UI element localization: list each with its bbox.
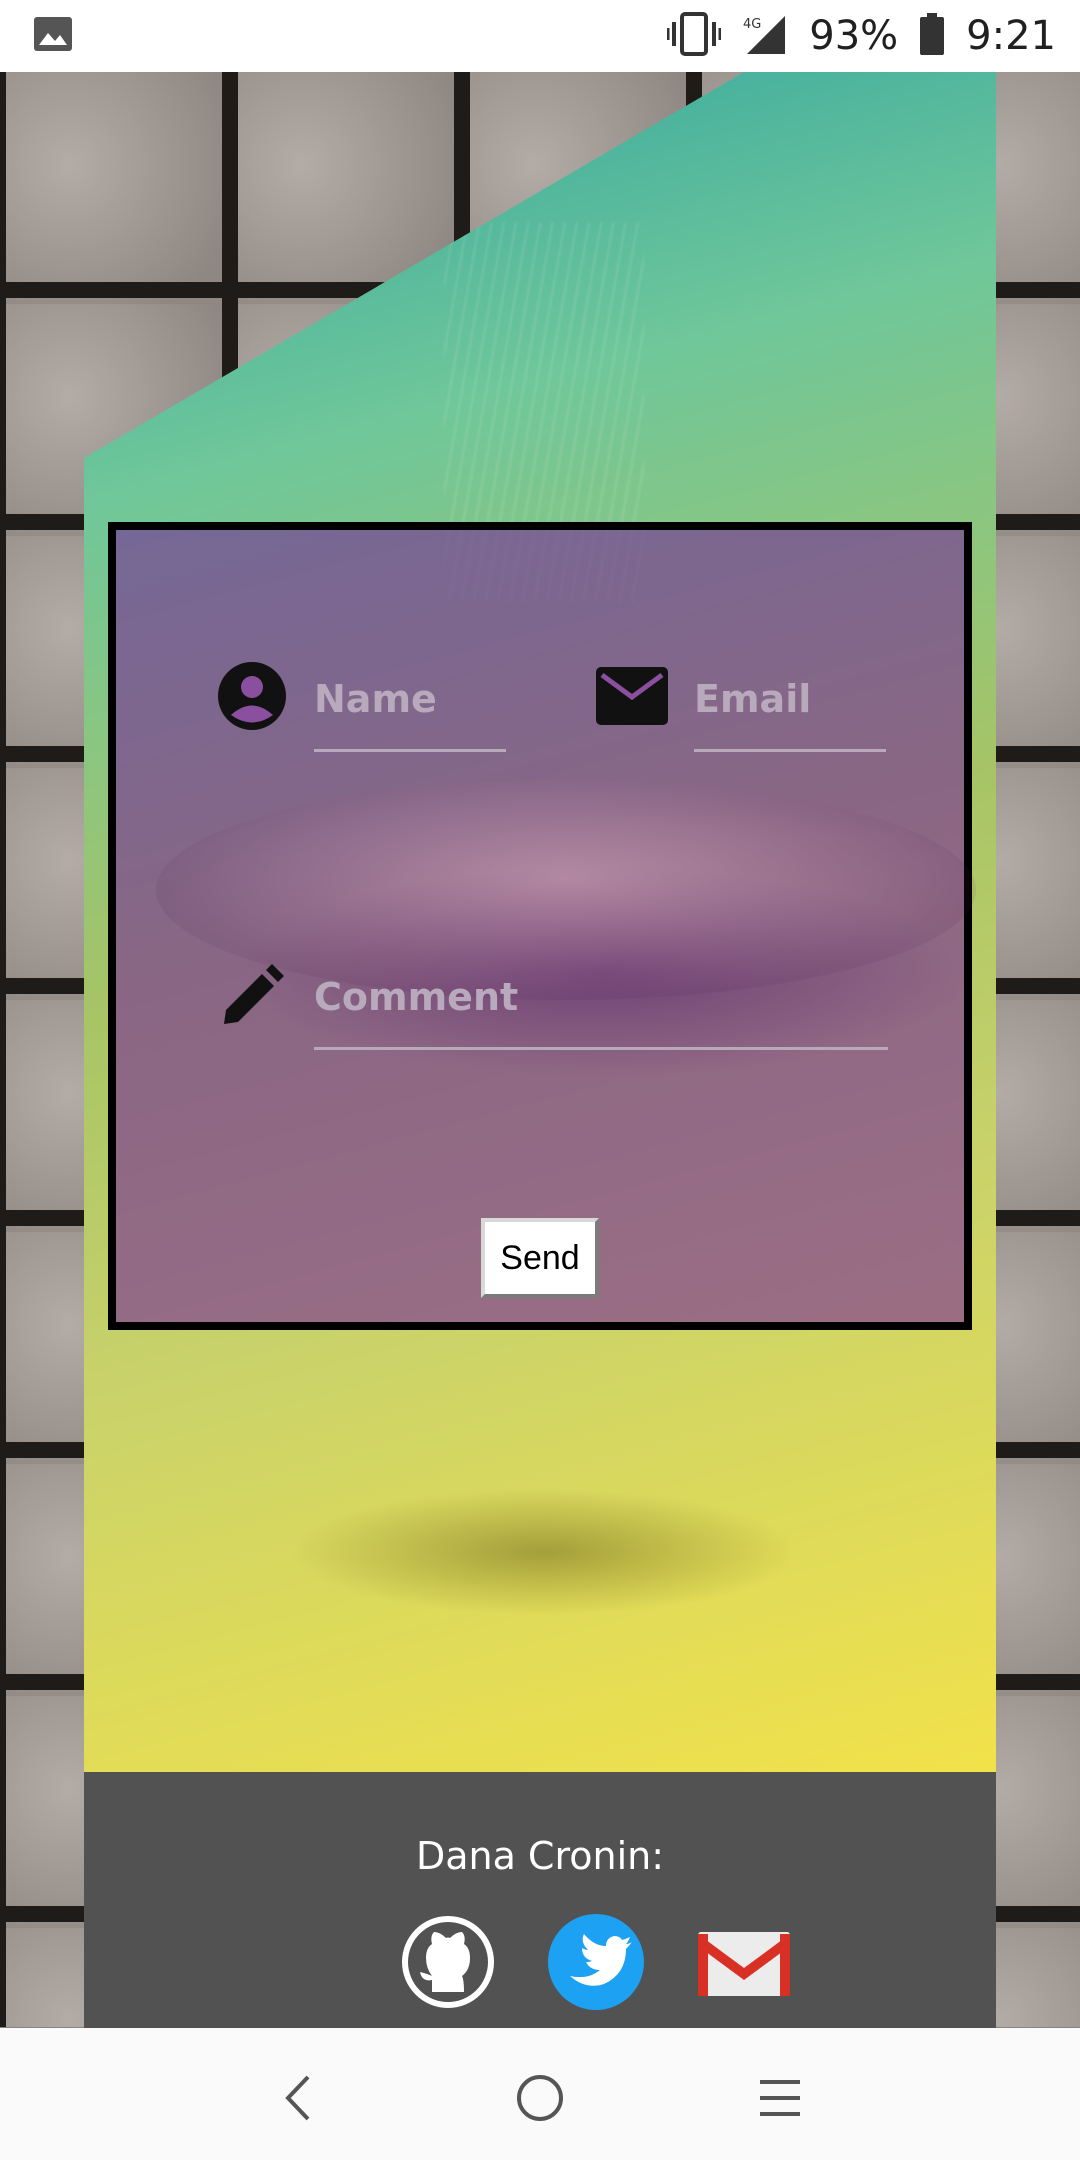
back-icon[interactable] (258, 2058, 338, 2138)
twitter-icon (548, 1914, 644, 2014)
email-input[interactable] (694, 677, 886, 752)
gmail-link[interactable] (696, 1916, 792, 2012)
home-icon[interactable] (500, 2058, 580, 2138)
battery-percent: 93% (809, 13, 899, 59)
github-icon (400, 1914, 496, 2014)
name-field (216, 660, 506, 752)
github-link[interactable] (400, 1916, 496, 2012)
comment-input[interactable] (314, 975, 888, 1050)
battery-icon (920, 13, 945, 59)
clock: 9:21 (966, 13, 1056, 59)
mail-icon (596, 660, 668, 732)
menu-icon[interactable] (740, 2058, 820, 2138)
status-bar: 4G 93% 9:21 (0, 0, 1080, 72)
navigation-bar (0, 2028, 1080, 2160)
email-field (596, 660, 886, 752)
svg-text:4G: 4G (743, 17, 761, 32)
vibrate-icon (666, 12, 722, 60)
send-button[interactable]: Send (481, 1218, 599, 1298)
footer: Dana Cronin: (84, 1772, 996, 2028)
name-input[interactable] (314, 677, 506, 752)
author-name: Dana Cronin: (415, 1834, 665, 1878)
twitter-link[interactable] (548, 1914, 644, 2014)
image-icon (34, 17, 72, 55)
comment-field (216, 958, 888, 1050)
gmail-icon (696, 1926, 792, 2002)
account-circle-icon (216, 660, 288, 732)
pencil-icon (216, 958, 288, 1030)
signal-icon: 4G (743, 12, 787, 60)
contact-form: Send (108, 522, 976, 1330)
